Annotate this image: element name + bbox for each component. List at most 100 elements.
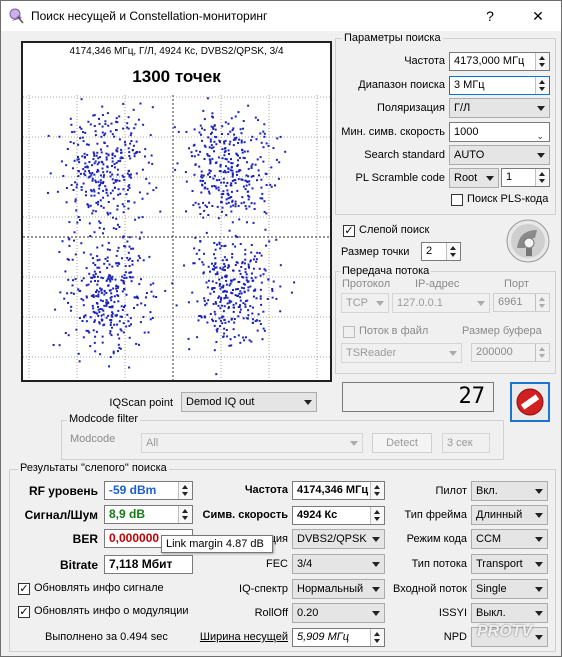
constellation-point <box>244 271 247 274</box>
constellation-point <box>75 328 78 331</box>
constellation-point <box>241 262 244 265</box>
input-select[interactable]: Single <box>471 579 548 599</box>
update-signal-checkbox[interactable]: ✓ <box>18 583 30 595</box>
close-button[interactable]: ✕ <box>515 1 561 31</box>
constellation-point <box>243 291 246 294</box>
constellation-point <box>101 125 104 128</box>
constellation-point <box>254 163 257 166</box>
mode-select[interactable]: CCM <box>471 529 548 549</box>
port-input[interactable]: 6961 <box>493 293 550 312</box>
constellation-point <box>90 190 93 193</box>
constellation-point <box>88 272 91 275</box>
res-bw-value: 5,909 МГц <box>292 628 385 647</box>
constellation-point <box>248 205 251 208</box>
iqscan-select[interactable]: Demod IQ out <box>181 392 317 412</box>
pol-select[interactable]: Г/Л <box>449 98 550 118</box>
pilot-select[interactable]: Вкл. <box>471 481 548 501</box>
constellation-point <box>74 200 77 203</box>
constellation-point <box>82 304 85 307</box>
constellation-point <box>208 201 211 204</box>
constellation-point <box>222 310 225 313</box>
constellation-point <box>250 277 253 280</box>
pls-mode-select[interactable]: Root <box>449 168 499 188</box>
stop-button[interactable] <box>510 382 550 422</box>
constellation-point <box>91 164 93 167</box>
snr-label: Сигнал/Шум <box>24 508 98 522</box>
constellation-point <box>222 284 225 287</box>
constellation-point <box>102 182 104 185</box>
constellation-point <box>245 184 248 187</box>
res-mod-select[interactable]: DVBS2/QPSK <box>292 529 385 549</box>
help-button[interactable]: ? <box>467 1 513 31</box>
res-iq-select[interactable]: Нормальный <box>292 579 385 599</box>
buffer-input[interactable]: 200000 <box>471 343 550 362</box>
constellation-point <box>261 338 264 341</box>
constellation-point <box>128 175 131 178</box>
constellation-point <box>111 278 114 281</box>
constellation-point <box>115 129 117 131</box>
constellation-point <box>111 305 114 308</box>
std-select[interactable]: AUTO <box>449 145 550 165</box>
detect-button[interactable]: Detect <box>372 433 432 453</box>
stype-select[interactable]: Transport <box>471 554 548 574</box>
freq-input[interactable]: 4173,000 МГц <box>449 52 550 71</box>
constellation-point <box>115 161 118 164</box>
proto-select[interactable]: TCP <box>341 293 389 313</box>
constellation-point <box>263 200 266 203</box>
constellation-point <box>110 321 112 324</box>
constellation-point <box>202 201 204 204</box>
constellation-point <box>141 216 144 219</box>
constellation-point <box>216 330 219 333</box>
issyi-select[interactable]: Выкл. <box>471 603 548 623</box>
to-file-checkbox[interactable] <box>343 326 355 338</box>
constellation-point <box>201 183 203 186</box>
constellation-point <box>227 201 230 204</box>
constellation-point <box>82 131 85 134</box>
blind-search-checkbox[interactable]: ✓ <box>343 225 355 237</box>
constellation-point <box>203 209 206 212</box>
constellation-point <box>118 115 121 118</box>
minsr-select[interactable]: 1000 ⌄ <box>449 122 550 142</box>
constellation-point <box>238 156 241 159</box>
res-bw-label[interactable]: Ширина несущей <box>197 631 288 643</box>
constellation-point <box>202 271 205 274</box>
constellation-point <box>100 314 103 317</box>
constellation-point <box>140 278 142 281</box>
constellation-point <box>255 258 258 261</box>
range-input[interactable]: 3 МГц <box>449 76 550 95</box>
constellation-point <box>99 179 102 182</box>
constellation-point <box>222 190 225 193</box>
constellation-point <box>78 170 80 173</box>
constellation-point <box>236 173 238 176</box>
constellation-point <box>109 332 112 335</box>
constellation-point <box>191 155 193 158</box>
constellation-point <box>119 192 122 195</box>
format-select[interactable]: TSReader <box>341 343 462 363</box>
constellation-point <box>122 211 125 214</box>
constellation-point <box>219 319 222 322</box>
constellation-point <box>74 253 77 256</box>
frame-select[interactable]: Длинный <box>471 505 548 525</box>
constellation-point <box>120 279 123 282</box>
constellation-point <box>114 278 117 281</box>
constellation-point <box>102 206 105 209</box>
constellation-point <box>129 275 132 278</box>
constellation-point <box>110 314 113 317</box>
modcode-time-select[interactable]: 3 сек <box>442 433 490 453</box>
constellation-point <box>105 156 108 159</box>
res-fec-select[interactable]: 3/4 <box>292 554 385 574</box>
res-rolloff-select[interactable]: 0.20 <box>292 603 385 623</box>
constellation-point <box>93 231 96 234</box>
satellite-dish-icon[interactable] <box>505 218 551 264</box>
update-mod-checkbox[interactable]: ✓ <box>18 606 30 618</box>
stream-title: Передача потока <box>340 265 432 277</box>
constellation-point <box>101 319 103 322</box>
ip-select[interactable]: 127.0.0.1 <box>392 293 490 313</box>
dot-size-input[interactable]: 2 <box>421 242 461 261</box>
constellation-point <box>87 204 90 207</box>
modcode-select[interactable]: All <box>141 433 363 453</box>
constellation-point <box>226 302 229 305</box>
constellation-point <box>247 175 250 178</box>
pls-code-input[interactable]: 1 <box>501 168 550 187</box>
pls-search-checkbox[interactable] <box>451 194 463 206</box>
